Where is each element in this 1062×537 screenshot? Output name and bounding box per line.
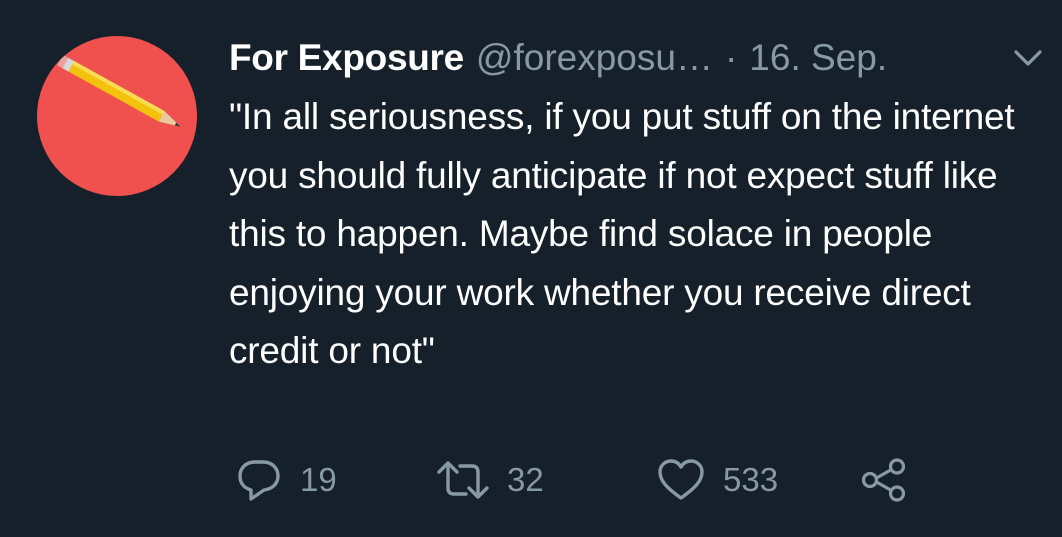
share-button[interactable] [860,455,908,505]
display-name[interactable]: For Exposure [229,34,464,82]
reply-count: 19 [300,461,337,498]
share-icon [861,458,906,502]
reply-icon [238,460,280,501]
user-handle[interactable]: @forexposu… [476,34,713,82]
retweet-icon [437,461,489,499]
tweet-text: "In all seriousness, if you put stuff on… [229,96,1015,371]
avatar[interactable] [37,36,197,196]
like-button[interactable]: 533 [657,455,778,505]
retweet-count: 32 [507,461,544,498]
retweet-button[interactable]: 32 [437,455,544,505]
separator-dot: · [724,37,738,78]
chevron-down-icon[interactable] [1012,46,1044,72]
tweet-date[interactable]: 16. Sep. [749,34,887,82]
reply-button[interactable]: 19 [236,455,337,505]
like-count: 533 [723,461,779,498]
pencil-icon [57,54,181,127]
tweet[interactable]: For Exposure @forexposu… · 16. Sep. "In … [0,0,1062,537]
heart-icon [658,459,704,500]
tweet-header: For Exposure @forexposu… · 16. Sep. [229,34,887,82]
